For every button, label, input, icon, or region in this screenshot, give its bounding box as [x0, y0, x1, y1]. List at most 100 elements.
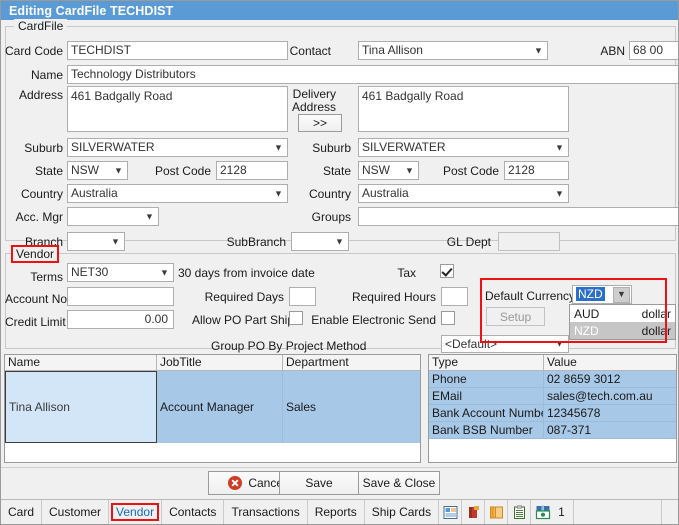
contacts-col-jobtitle[interactable]: JobTitle [157, 355, 283, 371]
currency-setup-button[interactable]: Setup [486, 307, 545, 326]
enable-electronic-send-label: Enable Electronic Send [306, 313, 436, 327]
contacts-cell-department[interactable]: Sales [283, 371, 420, 443]
details-cell-value-3[interactable]: 087-371 [544, 422, 676, 439]
address-textarea[interactable]: 461 Badgally Road [67, 86, 288, 132]
chevron-down-icon: ▼ [333, 235, 346, 248]
currency-option-nzd[interactable]: NZD dollar [570, 322, 675, 339]
tab-reports[interactable]: Reports [308, 500, 365, 524]
table-row[interactable]: Bank Account Number 12345678 [429, 405, 676, 422]
chevron-down-icon: ▼ [403, 164, 416, 177]
default-currency-combo[interactable]: NZD ▼ [572, 285, 632, 304]
attachment-icon-button[interactable] [462, 500, 485, 524]
contacts-col-name[interactable]: Name [5, 355, 157, 371]
required-days-input[interactable] [289, 287, 316, 306]
terms-combo[interactable]: NET30 ▼ [67, 263, 174, 282]
contacts-col-department[interactable]: Department [283, 355, 420, 371]
bottom-tab-strip: Card Customer Vendor Contacts Transactio… [1, 499, 679, 524]
contacts-cell-jobtitle[interactable]: Account Manager [157, 371, 283, 443]
allow-po-part-ship-checkbox[interactable] [289, 311, 303, 325]
country-combo[interactable]: Australia ▼ [67, 184, 288, 203]
tab-card[interactable]: Card [1, 500, 42, 524]
delivery-state-combo[interactable]: NSW ▼ [358, 161, 419, 180]
details-col-type[interactable]: Type [429, 355, 544, 371]
delivery-suburb-combo-value: SILVERWATER [362, 140, 446, 154]
card-code-label: Card Code [5, 44, 63, 58]
group-po-combo[interactable]: <Default> ▼ [441, 335, 569, 353]
delivery-country-combo[interactable]: Australia ▼ [358, 184, 569, 203]
details-cell-value-0[interactable]: 02 8659 3012 [544, 371, 676, 388]
country-label: Country [5, 187, 63, 201]
delivery-post-code-input[interactable]: 2128 [504, 161, 569, 180]
table-row[interactable]: Phone 02 8659 3012 [429, 371, 676, 388]
terms-note: 30 days from invoice date [178, 266, 358, 280]
details-cell-value-2[interactable]: 12345678 [544, 405, 676, 422]
gl-dept-label: GL Dept [411, 235, 491, 249]
chevron-down-icon: ▼ [272, 141, 285, 154]
tab-customer-label: Customer [49, 505, 101, 519]
suburb-label: Suburb [5, 141, 63, 155]
contacts-cell-name[interactable]: Tina Allison [5, 371, 157, 443]
chevron-down-icon: ▼ [143, 210, 156, 223]
enable-electronic-send-checkbox[interactable] [441, 311, 455, 325]
clipboard-icon-button[interactable] [508, 500, 531, 524]
currency-option-aud[interactable]: AUD dollar [570, 305, 675, 322]
contact-combo-value: Tina Allison [362, 43, 423, 57]
cancel-icon [228, 476, 242, 490]
details-cell-value-1[interactable]: sales@tech.com.au [544, 388, 676, 405]
details-cell-type-0[interactable]: Phone [429, 371, 544, 388]
group-po-label: Group PO By Project Method [211, 339, 366, 353]
currency-option-aud-name: dollar [642, 307, 671, 321]
table-row[interactable]: Tina Allison Account Manager Sales [5, 371, 420, 443]
branch-combo[interactable]: ▼ [67, 232, 125, 251]
save-button[interactable]: Save [279, 471, 359, 495]
copy-address-button[interactable]: >> [298, 114, 342, 132]
contacts-grid[interactable]: Name JobTitle Department Tina Allison Ac… [4, 354, 421, 463]
required-hours-input[interactable] [441, 287, 468, 306]
credit-limit-label: Credit Limit [5, 315, 63, 329]
delivery-suburb-combo[interactable]: SILVERWATER ▼ [358, 138, 569, 157]
state-combo[interactable]: NSW ▼ [67, 161, 128, 180]
subbranch-combo[interactable]: ▼ [291, 232, 349, 251]
default-currency-dropdown-list[interactable]: AUD dollar NZD dollar [569, 304, 676, 340]
tab-vendor[interactable]: Vendor [109, 500, 162, 524]
acc-mgr-combo[interactable]: ▼ [67, 207, 159, 226]
currency-option-nzd-name: dollar [642, 324, 671, 338]
chevron-down-icon: ▼ [112, 164, 125, 177]
contact-combo[interactable]: Tina Allison ▼ [358, 41, 548, 60]
delivery-address-textarea[interactable]: 461 Badgally Road [358, 86, 569, 132]
copy-icon-button[interactable] [485, 500, 508, 524]
default-currency-label: Default Currency [485, 289, 580, 303]
tab-customer[interactable]: Customer [42, 500, 109, 524]
notes-icon-button[interactable] [439, 500, 462, 524]
suburb-combo[interactable]: SILVERWATER ▼ [67, 138, 288, 157]
details-col-value[interactable]: Value [544, 355, 676, 371]
table-row[interactable]: Bank BSB Number 087-371 [429, 422, 676, 439]
abn-input[interactable]: 68 00 [629, 41, 679, 60]
groups-input[interactable] [358, 207, 679, 226]
save-and-close-button[interactable]: Save & Close [358, 471, 440, 495]
delivery-address-label-line2: Address [281, 100, 336, 114]
chevron-down-icon: ▼ [553, 338, 566, 351]
gl-dept-input[interactable] [498, 232, 560, 251]
post-code-input[interactable]: 2128 [216, 161, 288, 180]
details-cell-type-2[interactable]: Bank Account Number [429, 405, 544, 422]
chevron-down-icon: ▼ [553, 141, 566, 154]
tabstrip-end [662, 500, 679, 524]
details-grid[interactable]: Type Value Phone 02 8659 3012 EMail sale… [428, 354, 677, 463]
name-input[interactable]: Technology Distributors [67, 65, 679, 84]
tax-checkbox[interactable] [440, 264, 454, 278]
details-cell-type-1[interactable]: EMail [429, 388, 544, 405]
tab-transactions-label: Transactions [231, 505, 299, 519]
cardfile-window: Editing CardFile TECHDIST CardFile Card … [0, 0, 679, 525]
details-cell-type-3[interactable]: Bank BSB Number [429, 422, 544, 439]
table-row[interactable]: EMail sales@tech.com.au [429, 388, 676, 405]
details-grid-header: Type Value [429, 355, 676, 371]
tab-transactions[interactable]: Transactions [224, 500, 307, 524]
tab-ship-cards[interactable]: Ship Cards [365, 500, 439, 524]
credit-limit-input[interactable]: 0.00 [67, 310, 174, 329]
account-no-input[interactable] [67, 287, 174, 306]
money-icon-button[interactable] [531, 500, 554, 524]
chevron-down-icon: ▼ [553, 187, 566, 200]
chevron-down-icon: ▼ [613, 287, 630, 303]
tab-contacts[interactable]: Contacts [162, 500, 224, 524]
